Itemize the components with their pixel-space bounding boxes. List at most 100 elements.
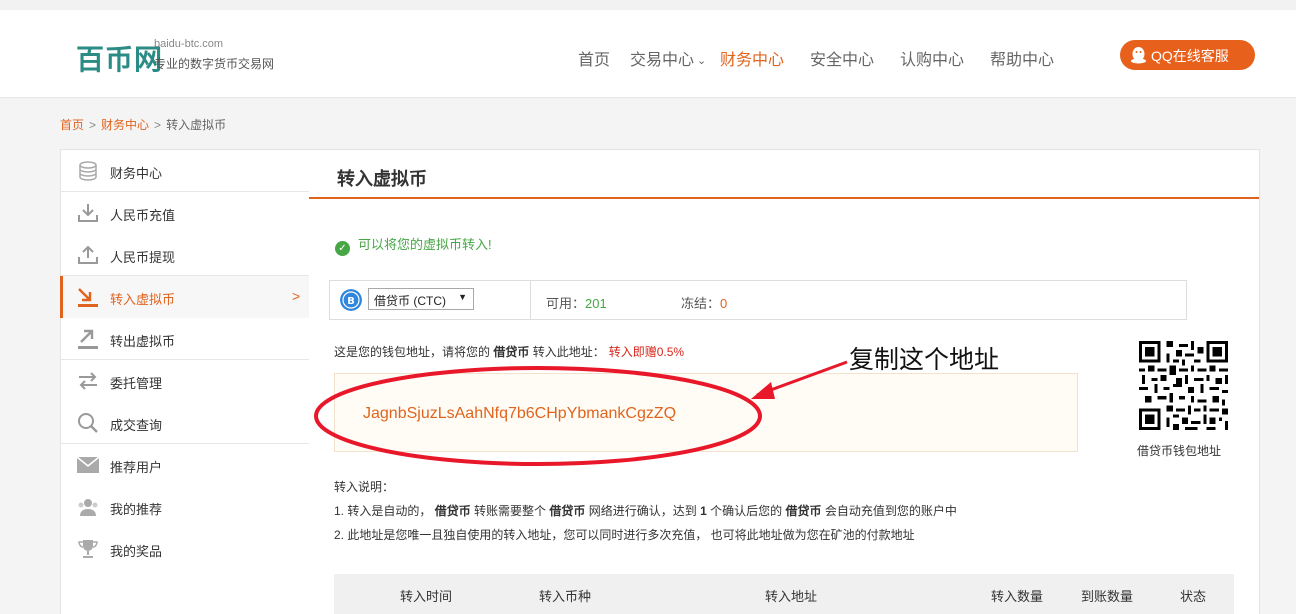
- note1-part: 会自动充值到您的账户中: [824, 504, 957, 518]
- frozen-value: 0: [720, 296, 728, 311]
- table-header-received: 到账数量: [1081, 589, 1134, 604]
- breadcrumb-current: 转入虚拟币: [166, 118, 227, 132]
- frozen-balance: 冻结：0: [681, 293, 727, 312]
- sidebar-item-my-prizes[interactable]: 我的奖品: [61, 528, 309, 570]
- nav-subscription[interactable]: 认购中心: [900, 46, 964, 70]
- table-header-status: 状态: [1180, 589, 1207, 604]
- sidebar-item-label: 财务中心: [110, 166, 163, 181]
- deposit-bonus: 转入即赠0.5%: [608, 345, 685, 359]
- notice-text: 可以将您的虚拟币转入!: [358, 237, 492, 252]
- address-hint-prefix: 这是您的钱包地址，请将您的: [334, 345, 491, 359]
- notes-title: 转入说明：: [334, 480, 395, 494]
- table-header-coin: 转入币种: [539, 589, 592, 604]
- success-notice: ✓ 可以将您的虚拟币转入!: [335, 234, 492, 256]
- deposit-panel: 转入虚拟币 ✓ 可以将您的虚拟币转入! B 借贷币 (CTC) ▼ 可用：201 …: [309, 149, 1260, 614]
- nav-trading-label: 交易中心: [630, 52, 695, 69]
- nav-help[interactable]: 帮助中心: [990, 46, 1054, 70]
- qq-penguin-icon: [1131, 47, 1146, 64]
- qq-support-label: QQ在线客服: [1151, 48, 1229, 64]
- sidebar-item-label: 我的推荐: [110, 502, 163, 517]
- sidebar-item-cny-withdraw[interactable]: 人民币提现: [61, 234, 309, 276]
- nav-home[interactable]: 首页: [578, 46, 610, 70]
- top-strip: [0, 0, 1296, 10]
- breadcrumb-sep: >: [89, 118, 97, 132]
- search-icon: [78, 413, 98, 433]
- sidebar-item-label: 转入虚拟币: [110, 292, 176, 307]
- qr-label: 借贷币钱包地址: [1137, 444, 1222, 458]
- note1-count: 1: [700, 504, 707, 518]
- download-icon: [78, 204, 98, 222]
- sidebar-item-referral[interactable]: 推荐用户: [61, 444, 309, 486]
- qq-support-button[interactable]: QQ在线客服: [1120, 40, 1255, 70]
- sidebar-item-coin-withdraw[interactable]: 转出虚拟币: [61, 318, 309, 360]
- coinbar-divider: [530, 281, 531, 319]
- table-header-address: 转入地址: [765, 589, 818, 604]
- address-hint-suffix: 转入此地址：: [532, 345, 605, 359]
- users-icon: [78, 499, 98, 516]
- available-label: 可用：: [546, 296, 586, 311]
- breadcrumb-home[interactable]: 首页: [60, 118, 84, 132]
- sidebar-item-label: 人民币提现: [110, 250, 176, 265]
- address-hint-coin: 借贷币: [493, 345, 530, 359]
- note1-coin: 借贷币: [434, 504, 471, 518]
- nav-trading[interactable]: 交易中心 ⌄: [630, 46, 706, 70]
- title-divider: [309, 197, 1259, 199]
- note1-part: 个确认后您的: [710, 504, 783, 518]
- sidebar-item-label: 人民币充值: [110, 208, 176, 223]
- qr-code: [1139, 341, 1228, 430]
- transfer-in-icon: [78, 288, 98, 307]
- note1-part: 网络进行确认，达到: [588, 504, 697, 518]
- annotation-text: 复制这个地址: [849, 345, 1000, 374]
- trophy-icon: [78, 540, 98, 558]
- breadcrumb: 首页 > 财务中心 > 转入虚拟币: [60, 116, 226, 133]
- check-circle-icon: ✓: [335, 241, 350, 256]
- coin-select[interactable]: 借贷币 (CTC) ▼: [368, 288, 474, 310]
- sidebar-item-trade-query[interactable]: 成交查询: [61, 402, 309, 444]
- nav-security[interactable]: 安全中心: [810, 46, 874, 70]
- sidebar-item-orders[interactable]: 委托管理: [61, 360, 309, 402]
- note1-coin: 借贷币: [549, 504, 586, 518]
- breadcrumb-finance[interactable]: 财务中心: [101, 118, 149, 132]
- nav-finance[interactable]: 财务中心: [720, 46, 784, 70]
- sidebar-item-cny-deposit[interactable]: 人民币充值: [61, 192, 309, 234]
- site-header: 百币网 baidu-btc.com 专业的数字货币交易网 首页 交易中心 ⌄ 财务…: [0, 10, 1296, 98]
- bitcoin-icon: B: [340, 289, 362, 311]
- main-nav: 首页 交易中心 ⌄ 财务中心 安全中心 认购中心 帮助中心: [0, 46, 1296, 70]
- note-auto-deposit: 1. 转入是自动的， 借贷币 转账需要整个 借贷币 网络进行确认，达到 1 个确…: [334, 502, 957, 519]
- exchange-arrows-icon: [79, 372, 97, 390]
- note1-coin: 借贷币: [785, 504, 822, 518]
- chevron-right-icon: >: [292, 288, 301, 304]
- sidebar-item-my-referrals[interactable]: 我的推荐: [61, 486, 309, 528]
- svg-text:B: B: [347, 296, 355, 307]
- table-header-time: 转入时间: [400, 589, 453, 604]
- sidebar-item-finance-center[interactable]: 财务中心: [61, 150, 309, 192]
- note-unique-address: 2. 此地址是您唯一且独自使用的转入地址，您可以同时进行多次充值， 也可将此地址…: [334, 528, 915, 542]
- available-value: 201: [585, 296, 607, 311]
- sidebar-item-label: 转出虚拟币: [110, 334, 176, 349]
- sidebar-item-coin-deposit[interactable]: 转入虚拟币 >: [60, 276, 309, 318]
- chevron-down-icon: ⌄: [697, 55, 707, 67]
- coins-icon: [79, 161, 97, 181]
- upload-icon: [78, 245, 98, 264]
- sidebar-item-label: 我的奖品: [110, 544, 163, 559]
- table-header-amount: 转入数量: [991, 589, 1044, 604]
- deposit-history-table-header: 转入时间 转入币种 转入地址 转入数量 到账数量 状态: [334, 574, 1234, 614]
- note1-part: 1. 转入是自动的，: [334, 504, 432, 518]
- note1-part: 转账需要整个: [474, 504, 547, 518]
- coin-select-value: 借贷币 (CTC): [374, 294, 446, 308]
- available-balance: 可用：201: [546, 293, 607, 312]
- address-hint: 这是您的钱包地址，请将您的 借贷币 转入此地址： 转入即赠0.5%: [334, 343, 684, 360]
- page-title: 转入虚拟币: [337, 169, 427, 189]
- wallet-address-box: JagnbSjuzLsAahNfq7b6CHpYbmankCgzZQ: [334, 373, 1078, 452]
- sidebar-item-label: 推荐用户: [110, 460, 163, 475]
- wallet-address[interactable]: JagnbSjuzLsAahNfq7b6CHpYbmankCgzZQ: [363, 405, 676, 423]
- sidebar-item-label: 成交查询: [110, 418, 163, 433]
- breadcrumb-sep: >: [154, 118, 162, 132]
- caret-down-icon: ▼: [458, 292, 467, 302]
- transfer-out-icon: [78, 329, 98, 349]
- coin-balance-bar: B 借贷币 (CTC) ▼ 可用：201 冻结：0: [329, 280, 1187, 320]
- mail-icon: [76, 456, 100, 473]
- sidebar-item-label: 委托管理: [110, 376, 163, 391]
- frozen-label: 冻结：: [681, 296, 721, 311]
- finance-sidebar: 财务中心 人民币充值 人民币提现 转入虚拟币 > 转出虚拟币 委托管理 成交查询…: [60, 149, 310, 614]
